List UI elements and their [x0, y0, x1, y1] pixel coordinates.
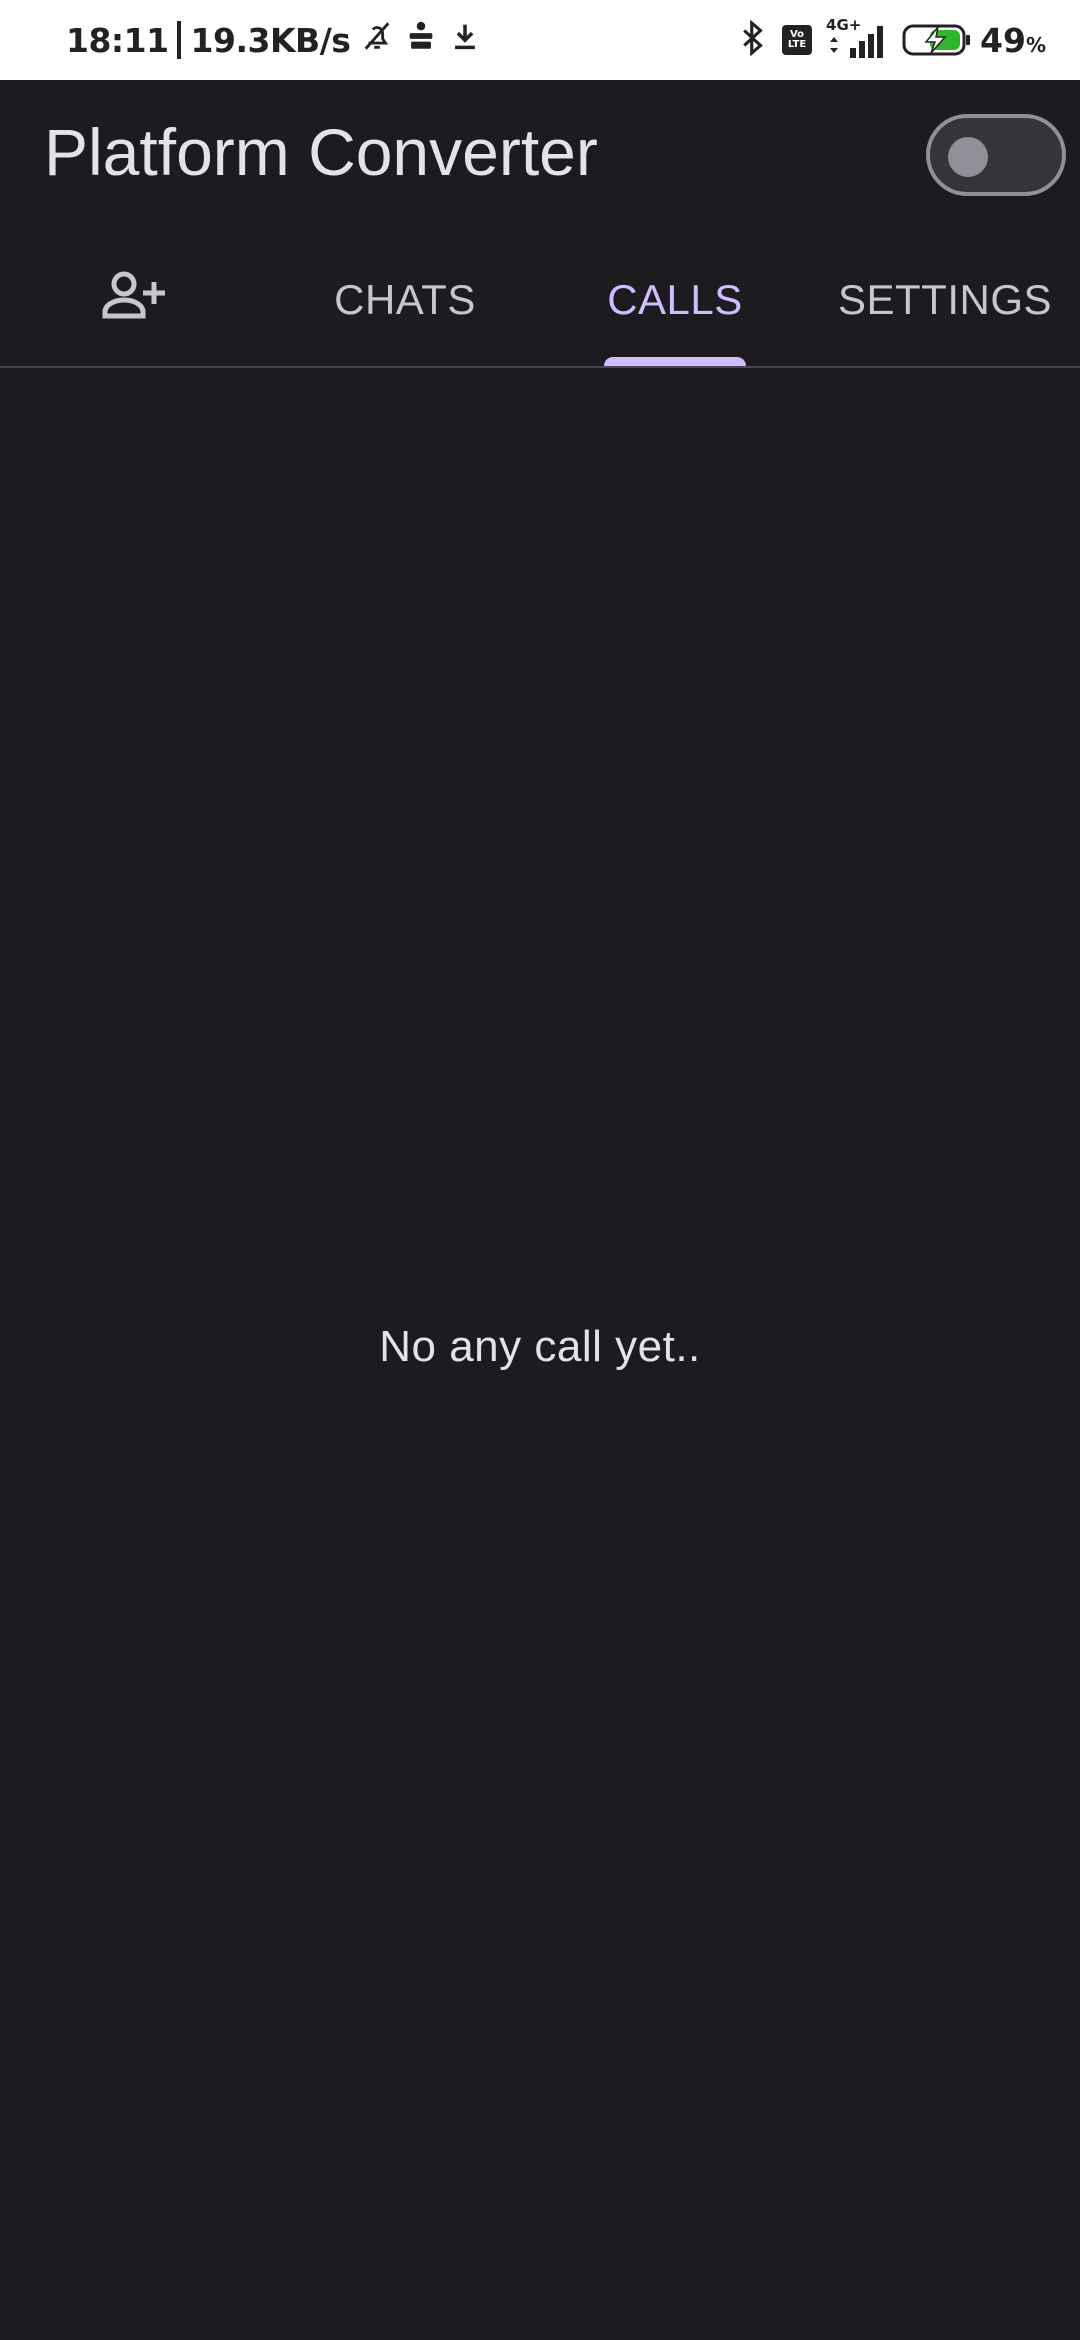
battery-percent: 49 [980, 20, 1026, 60]
app-bar: Platform Converter [0, 80, 1080, 233]
page-title: Platform Converter [44, 115, 598, 189]
status-bar: 18:11 19.3KB/s Vo LTE 4G+ 49% [0, 0, 1080, 80]
tab-add-contact[interactable] [0, 233, 270, 366]
tab-settings-label: SETTINGS [837, 275, 1053, 323]
status-bar-right: Vo LTE 4G+ 49% [738, 0, 1046, 80]
tab-chats-label: CHATS [334, 275, 476, 323]
status-time: 18:11 [66, 20, 169, 60]
add-person-icon [102, 270, 168, 330]
status-bar-left: 18:11 19.3KB/s [66, 0, 482, 80]
download-icon [448, 19, 482, 61]
battery-charging-icon [902, 23, 972, 57]
battery-unit: % [1025, 32, 1046, 57]
mute-bell-icon [360, 19, 394, 61]
tab-bar: CHATS CALLS SETTINGS [0, 233, 1080, 368]
tab-calls-label: CALLS [607, 275, 743, 323]
app-notification-icon [404, 19, 438, 61]
empty-calls-message: No any call yet.. [379, 1322, 701, 1371]
tab-calls[interactable]: CALLS [540, 233, 810, 366]
battery-level: 49% [980, 21, 1046, 60]
tab-chats[interactable]: CHATS [270, 233, 540, 366]
theme-toggle-switch[interactable] [926, 114, 1066, 196]
signal-type: 4G+ [826, 16, 862, 34]
tab-settings[interactable]: SETTINGS [810, 233, 1080, 366]
status-separator [176, 21, 181, 59]
active-tab-indicator [604, 357, 746, 366]
bluetooth-icon [738, 19, 768, 61]
toggle-thumb [948, 137, 988, 177]
signal-icon: 4G+ [826, 16, 888, 60]
volte-icon: Vo LTE [782, 25, 813, 55]
network-speed: 19.3KB/s [190, 20, 351, 60]
